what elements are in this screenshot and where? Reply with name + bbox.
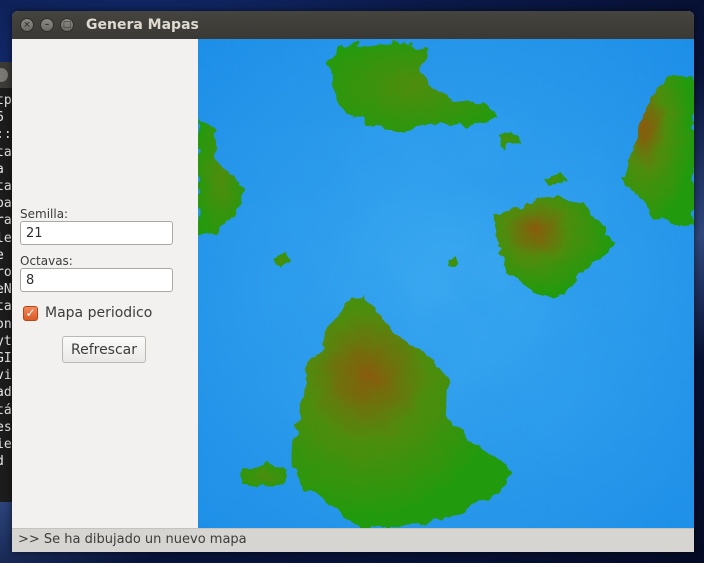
octaves-label: Octavas: [20,254,73,268]
generated-map-canvas [198,39,694,528]
periodic-map-label[interactable]: Mapa periodico [45,305,152,321]
status-bar: >> Se ha dibujado un nuevo mapa [12,528,694,552]
octaves-input[interactable] [20,268,173,292]
close-icon[interactable]: × [20,18,34,32]
minimize-icon[interactable]: – [40,18,54,32]
refresh-button[interactable]: Refrescar [62,336,146,363]
periodic-map-option[interactable]: ✓ Mapa periodico [23,305,152,321]
terminal-close-icon[interactable] [0,68,8,82]
seed-input[interactable] [20,221,173,245]
periodic-map-checkbox[interactable]: ✓ [23,305,38,321]
maximize-icon[interactable]: □ [60,18,74,32]
control-panel: Semilla: Octavas: ✓ Mapa periodico Refre… [12,39,198,528]
seed-label: Semilla: [20,207,69,221]
window-titlebar: × – □ Genera Mapas [12,11,694,39]
terrain-map [198,39,694,528]
window-title: Genera Mapas [86,17,199,33]
genera-mapas-window: × – □ Genera Mapas Semilla: Octavas: ✓ M… [12,11,694,552]
